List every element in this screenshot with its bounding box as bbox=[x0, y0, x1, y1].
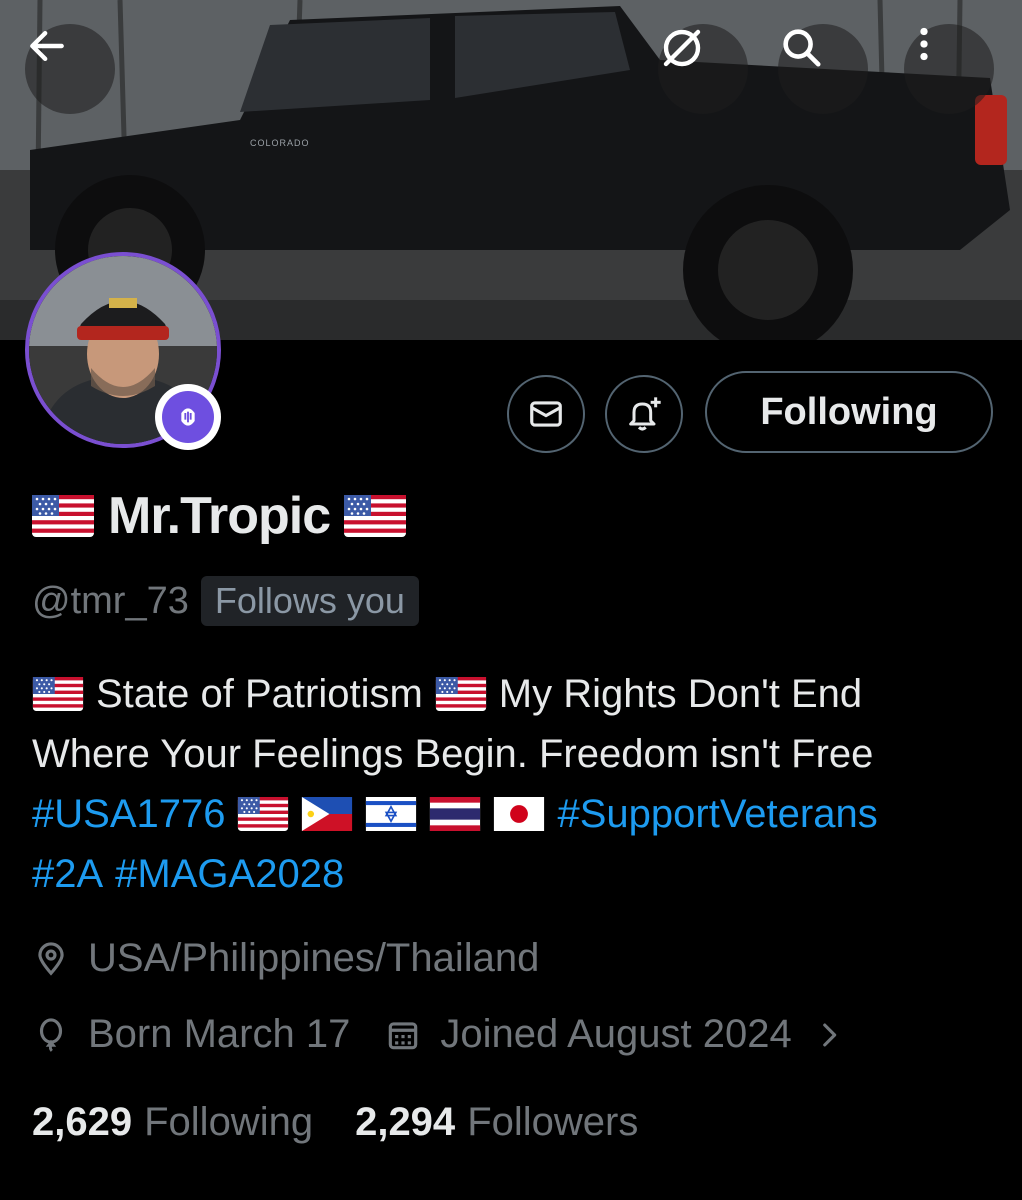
search-icon bbox=[783, 29, 821, 67]
display-name: Mr.Tropic bbox=[108, 487, 331, 545]
spaces-badge[interactable] bbox=[155, 384, 221, 450]
follow-stats: 2,629 Following 2,294 Followers bbox=[32, 1100, 638, 1145]
location-pin-icon bbox=[38, 941, 64, 976]
following-label: Following bbox=[144, 1100, 314, 1144]
spaces-mic-icon bbox=[181, 408, 195, 426]
follows-you-badge: Follows you bbox=[200, 576, 419, 626]
followers-label: Followers bbox=[467, 1100, 639, 1144]
philippines-flag-icon bbox=[301, 797, 353, 831]
bio-text: State of Patriotism bbox=[96, 672, 423, 716]
us-flag-icon bbox=[32, 677, 84, 711]
following-stat[interactable]: 2,629 Following bbox=[32, 1100, 313, 1145]
location-row: USA/Philippines/Thailand bbox=[32, 936, 539, 981]
more-vertical-icon bbox=[920, 27, 928, 61]
us-flag-icon bbox=[435, 677, 487, 711]
handle-row: @tmr_73 Follows you bbox=[32, 576, 419, 626]
slashed-circle-icon bbox=[663, 29, 701, 67]
grok-button[interactable] bbox=[658, 24, 748, 114]
chevron-right-icon[interactable] bbox=[812, 1018, 846, 1052]
user-handle: @tmr_73 bbox=[32, 579, 189, 622]
hashtag-link[interactable]: #SupportVeterans bbox=[557, 784, 877, 844]
japan-flag-icon bbox=[493, 797, 545, 831]
following-count: 2,629 bbox=[32, 1100, 133, 1144]
more-button[interactable] bbox=[904, 24, 994, 114]
dates-row[interactable]: Born March 17 Joined August 2024 bbox=[32, 1012, 846, 1057]
hashtag-link[interactable]: #2A bbox=[32, 844, 103, 904]
followers-stat[interactable]: 2,294 Followers bbox=[355, 1100, 638, 1145]
back-button[interactable] bbox=[25, 24, 115, 114]
search-button[interactable] bbox=[778, 24, 868, 114]
bio-text: My Rights Don't End bbox=[498, 672, 863, 716]
arrow-left-icon bbox=[30, 30, 64, 62]
us-flag-icon bbox=[344, 495, 406, 537]
message-button[interactable] bbox=[507, 375, 585, 453]
hashtag-link[interactable]: #USA1776 bbox=[32, 784, 225, 844]
location-text: USA/Philippines/Thailand bbox=[88, 936, 540, 980]
display-name-row: Mr.Tropic bbox=[32, 486, 406, 546]
bio-text: Where Your Feelings Begin. Freedom isn't… bbox=[32, 732, 874, 776]
followers-count: 2,294 bbox=[355, 1100, 456, 1144]
bell-plus-icon bbox=[629, 397, 661, 431]
hashtag-link[interactable]: #MAGA2028 bbox=[115, 844, 344, 904]
us-flag-icon bbox=[237, 797, 289, 831]
birthday-text: Born March 17 bbox=[88, 1012, 351, 1056]
balloon-icon bbox=[39, 1017, 63, 1052]
israel-flag-icon bbox=[365, 797, 417, 831]
joined-text: Joined August 2024 bbox=[440, 1012, 792, 1056]
truck-badge: COLORADO bbox=[250, 138, 310, 148]
notifications-button[interactable] bbox=[605, 375, 683, 453]
profile-bio: State of Patriotism My Rights Don't End … bbox=[32, 664, 992, 904]
following-button[interactable]: Following bbox=[705, 371, 993, 453]
thailand-flag-icon bbox=[429, 797, 481, 831]
envelope-icon bbox=[530, 401, 562, 427]
calendar-icon bbox=[389, 1021, 418, 1049]
us-flag-icon bbox=[32, 495, 94, 537]
